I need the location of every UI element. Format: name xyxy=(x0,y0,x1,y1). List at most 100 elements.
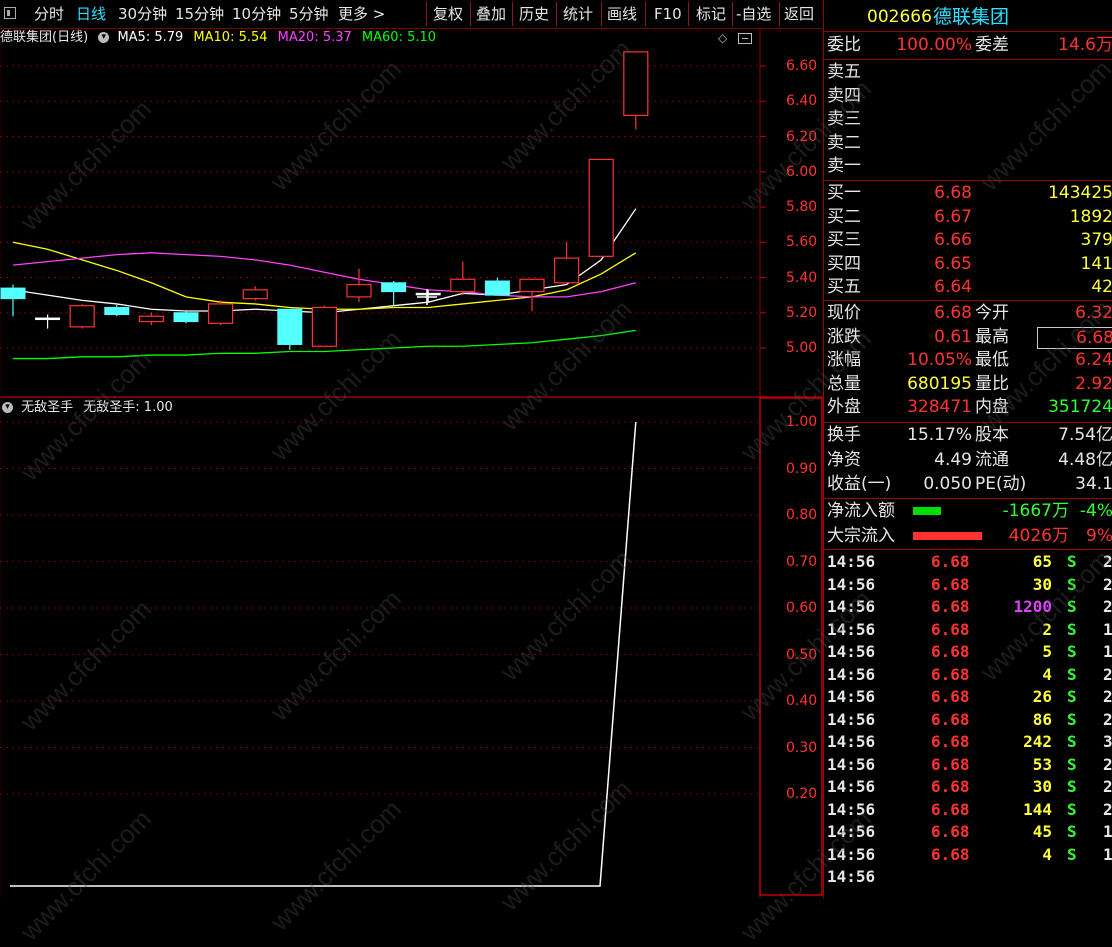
stat-value: 4.49 xyxy=(934,449,972,470)
tick-time: 14:56 xyxy=(827,597,876,616)
weibi-label: 委比 xyxy=(827,35,861,55)
flow-row: 净流入额 -1667万 -4% xyxy=(827,500,1112,523)
ask-level-label: 卖五 xyxy=(827,62,861,82)
tick-count: 2 xyxy=(1103,597,1112,616)
tick-row: 14:56 6.68 2 S 1 xyxy=(827,619,1112,642)
tick-time: 14:56 xyxy=(827,867,876,886)
tick-volume: 144 xyxy=(1023,799,1052,819)
ask-level-label: 卖二 xyxy=(827,132,861,153)
candle-body-up xyxy=(311,306,337,347)
bid-price: 6.66 xyxy=(934,230,972,251)
candle-body-up xyxy=(450,278,476,293)
divider xyxy=(824,422,1112,423)
flow-row: 大宗流入 4026万 9% xyxy=(827,525,1112,548)
tick-count: 1 xyxy=(1103,642,1112,661)
stat-value: 0.61 xyxy=(934,326,972,347)
indicator-value: 无敌圣手: 1.00 xyxy=(83,400,173,415)
stat-label: 总量 xyxy=(827,373,861,394)
weicha-value: 14.6万 xyxy=(1058,35,1112,55)
ma-line-ma10 xyxy=(12,241,637,310)
flow-value: 4026万 xyxy=(1008,525,1069,546)
indicator-header: ▾ 无敌圣手 无敌圣手: 1.00 xyxy=(2,399,173,417)
tick-side: S xyxy=(1067,754,1077,774)
candle-body-flat xyxy=(415,292,441,296)
stat-label: 净资 xyxy=(827,449,861,470)
tick-price: 6.68 xyxy=(931,642,970,661)
tick-side: S xyxy=(1067,687,1077,706)
bid-level-row[interactable]: 买二 6.67 1892 xyxy=(827,206,1112,229)
stat-label: 外盘 xyxy=(827,397,861,418)
bid-level-row[interactable]: 买四 6.65 141 xyxy=(827,253,1112,276)
stat-label: 流通 xyxy=(975,449,1009,470)
quote-panel: 002666 德联集团 委比 100.00% 委差 14.6万 卖五 卖四 卖三 卖二… xyxy=(823,0,1112,898)
tick-volume: 53 xyxy=(1032,754,1052,774)
bid-level-row[interactable]: 买五 6.64 42 xyxy=(827,276,1112,299)
tick-side: S xyxy=(1067,844,1077,864)
kline-chart[interactable] xyxy=(0,0,823,898)
candle-body-down xyxy=(0,287,26,300)
tick-count: 2 xyxy=(1103,777,1112,796)
tick-price: 6.68 xyxy=(931,709,970,729)
tick-price: 6.68 xyxy=(931,754,970,774)
ask-level-row[interactable]: 卖二 xyxy=(827,132,1112,155)
stat-value: 7.54亿 xyxy=(1058,425,1112,445)
tick-count: 2 xyxy=(1103,709,1112,729)
bid-volume: 1892 xyxy=(1069,206,1112,227)
tick-side: S xyxy=(1067,777,1077,796)
tick-time: 14:56 xyxy=(827,619,876,639)
tick-row: 14:56 6.68 4 S 2 xyxy=(827,664,1112,687)
stat-label: 涨跌 xyxy=(827,326,861,347)
tick-price: 6.68 xyxy=(931,687,970,706)
tick-time: 14:56 xyxy=(827,574,876,594)
tick-row: 14:56 6.68 86 S 2 xyxy=(827,709,1112,732)
candle-body-up xyxy=(519,278,545,293)
tick-time: 14:56 xyxy=(827,552,876,571)
flow-percent: -4% xyxy=(1079,501,1112,521)
share-stat-row: 换手 15.17% 股本 7.54亿 xyxy=(827,424,1112,447)
ask-level-row[interactable]: 卖五 xyxy=(827,61,1112,84)
bid-level-label: 买四 xyxy=(827,253,861,274)
tick-count: 1 xyxy=(1103,619,1112,639)
tick-count: 2 xyxy=(1103,552,1112,571)
candle-body-up xyxy=(242,289,268,300)
tick-side: S xyxy=(1067,732,1077,751)
bid-level-row[interactable]: 买三 6.66 379 xyxy=(827,229,1112,252)
tick-row: 14:56 6.68 45 S 1 xyxy=(827,821,1112,844)
tick-row: 14:56 6.68 1200 S 2 xyxy=(827,596,1112,619)
chevron-down-icon[interactable]: ▾ xyxy=(2,402,13,413)
weicha-label: 委差 xyxy=(975,35,1009,55)
tick-time: 14:56 xyxy=(827,664,876,684)
tick-time: 14:56 xyxy=(827,709,876,729)
tick-count: 1 xyxy=(1103,844,1112,864)
ask-level-row[interactable]: 卖三 xyxy=(827,108,1112,131)
ask-level-row[interactable]: 卖一 xyxy=(827,155,1112,178)
stat-row: 外盘 328471 内盘 351724 xyxy=(827,396,1112,419)
candle-body-up xyxy=(138,315,164,323)
tick-row: 14:56 6.68 53 S 2 xyxy=(827,754,1112,777)
flow-label: 净流入额 xyxy=(827,501,895,521)
tick-price: 6.68 xyxy=(931,777,970,796)
share-stat-row: 净资 4.49 流通 4.48亿 xyxy=(827,449,1112,472)
tick-price: 6.68 xyxy=(931,619,970,639)
tick-volume: 45 xyxy=(1032,822,1052,841)
stat-label: 今开 xyxy=(975,303,1009,323)
tick-row: 14:56 6.68 4 S 1 xyxy=(827,844,1112,867)
stat-label: 内盘 xyxy=(975,397,1009,418)
bid-level-row[interactable]: 买一 6.68 143425 xyxy=(827,182,1112,205)
ask-level-row[interactable]: 卖四 xyxy=(827,85,1112,108)
stat-value: 6.68 xyxy=(934,303,972,323)
tick-price: 6.68 xyxy=(931,732,970,751)
stat-value: 680195 xyxy=(907,373,972,394)
stat-label: PE(动) xyxy=(975,474,1027,494)
tick-price: 6.68 xyxy=(931,822,970,841)
bid-price: 6.64 xyxy=(934,277,972,298)
candle-body-up xyxy=(208,303,234,324)
ask-level-label: 卖一 xyxy=(827,156,861,177)
weibi-value: 100.00% xyxy=(896,35,972,55)
flow-percent: 9% xyxy=(1086,525,1112,546)
stat-label: 最低 xyxy=(975,350,1009,371)
tick-volume: 26 xyxy=(1032,687,1052,706)
stock-code: 002666 xyxy=(867,7,932,27)
tick-count: 1 xyxy=(1103,822,1112,841)
stat-value: 4.48亿 xyxy=(1058,449,1112,470)
